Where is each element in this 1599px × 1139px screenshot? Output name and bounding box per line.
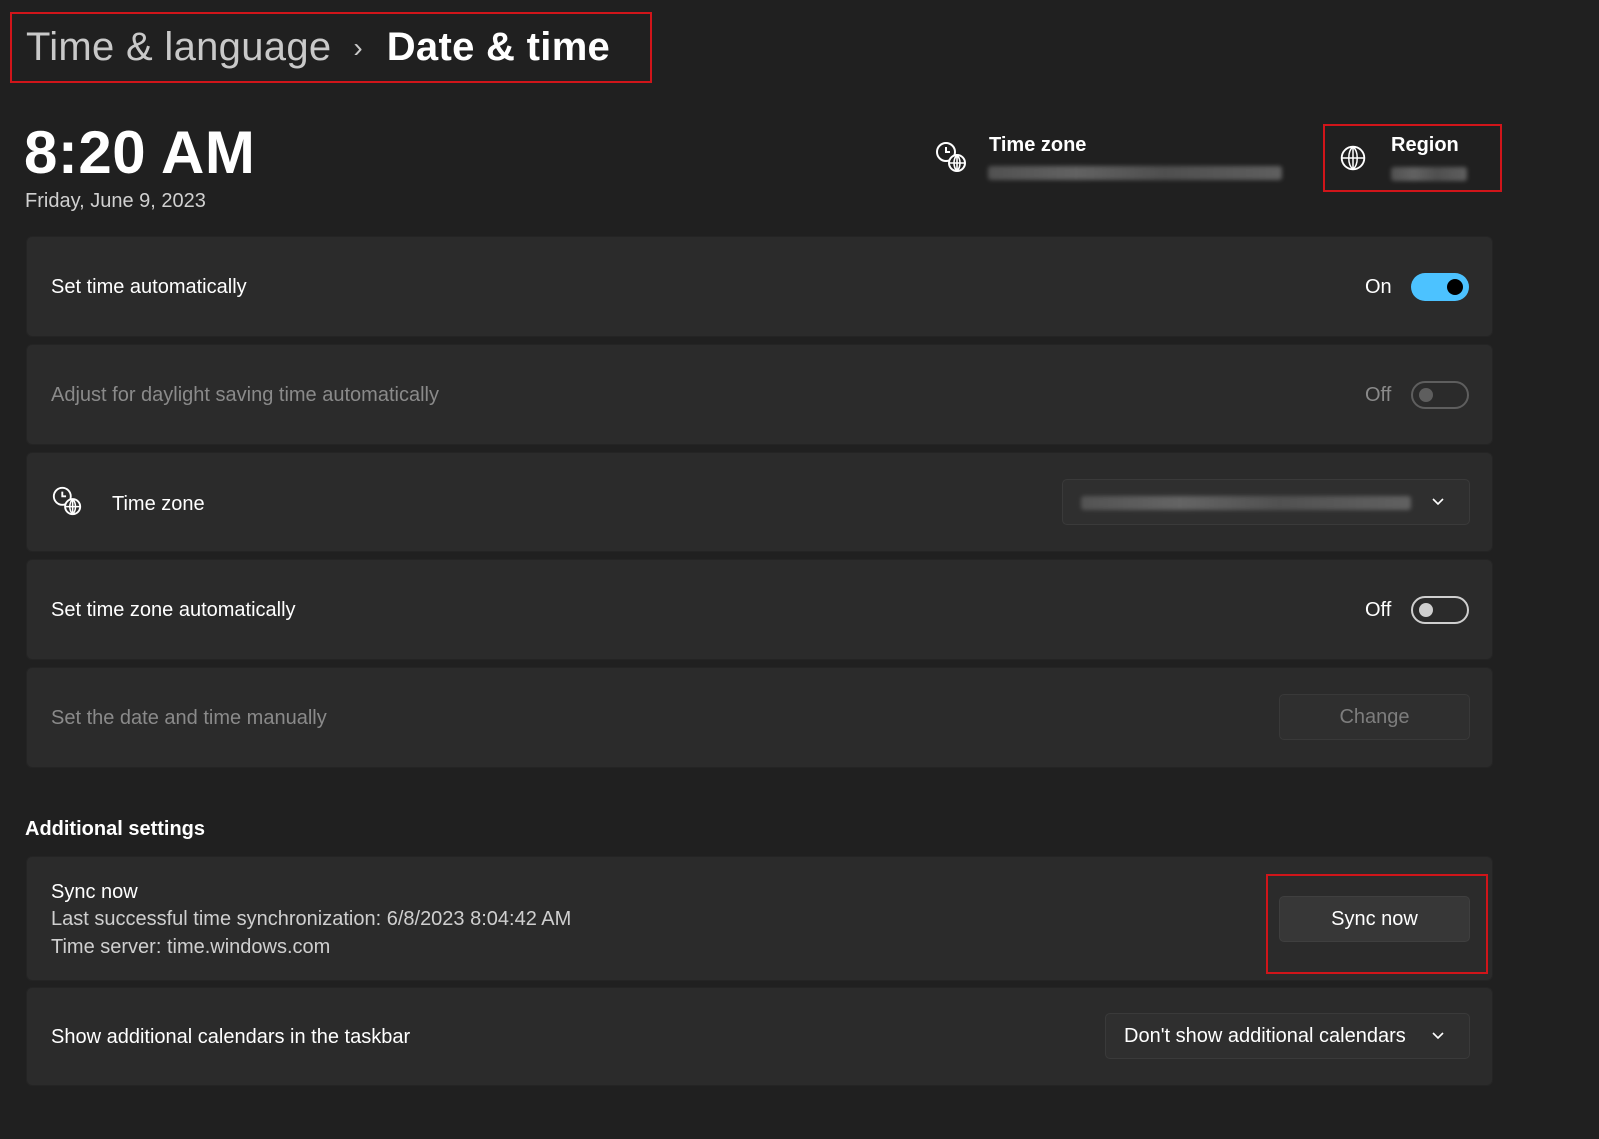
set-time-zone-automatically-toggle[interactable] [1411,596,1469,624]
breadcrumb-separator: › [353,31,363,63]
time-server-text: Time server: time.windows.com [51,936,331,958]
setting-daylight-saving: Adjust for daylight saving time automati… [26,344,1493,445]
toggle-knob [1447,279,1463,295]
header-timezone: Time zone [932,132,1292,192]
toggle-state-label: On [1365,276,1392,298]
breadcrumb: Time & language › Date & time [10,12,652,83]
clock-globe-icon [52,486,82,516]
last-sync-text: Last successful time synchronization: 6/… [51,908,572,930]
setting-set-time-zone-automatically: Set time zone automatically Off [26,559,1493,660]
globe-icon [1340,145,1366,171]
chevron-down-icon [1432,498,1444,506]
setting-label: Set time zone automatically [51,599,296,621]
dropdown-selected-value: Don't show additional calendars [1124,1025,1406,1047]
setting-label: Set the date and time manually [51,707,327,729]
change-button[interactable]: Change [1279,694,1470,740]
setting-label: Adjust for daylight saving time automati… [51,384,439,406]
daylight-saving-toggle[interactable] [1411,381,1469,409]
setting-additional-calendars: Show additional calendars in the taskbar… [26,987,1493,1086]
header-region-value-redacted [1391,167,1467,181]
chevron-down-icon [1432,1032,1444,1040]
setting-label: Show additional calendars in the taskbar [51,1026,411,1048]
clock-globe-icon [936,142,966,172]
toggle-knob [1419,388,1433,402]
time-zone-value-redacted [1081,496,1411,510]
header-region[interactable]: Region [1323,124,1502,192]
toggle-knob [1419,603,1433,617]
page-title: Date & time [386,25,611,69]
header-timezone-label: Time zone [989,134,1087,156]
setting-label: Time zone [112,493,205,515]
current-time: 8:20 AM [24,119,256,186]
setting-label: Set time automatically [51,276,247,298]
time-zone-dropdown[interactable] [1062,479,1470,525]
annotation-box [1266,874,1488,974]
sync-now-title: Sync now [51,881,138,903]
breadcrumb-parent[interactable]: Time & language [26,25,331,70]
setting-time-zone: Time zone [26,452,1493,552]
current-date: Friday, June 9, 2023 [25,190,206,212]
additional-calendars-dropdown[interactable]: Don't show additional calendars [1105,1013,1470,1059]
setting-set-date-time-manually: Set the date and time manually Change [26,667,1493,768]
set-time-automatically-toggle[interactable] [1411,273,1469,301]
toggle-state-label: Off [1365,599,1392,621]
header-timezone-value-redacted [988,166,1282,180]
toggle-state-label: Off [1365,384,1392,406]
section-title-additional-settings: Additional settings [25,818,205,840]
setting-set-time-automatically: Set time automatically On [26,236,1493,337]
header-region-label: Region [1391,134,1459,156]
